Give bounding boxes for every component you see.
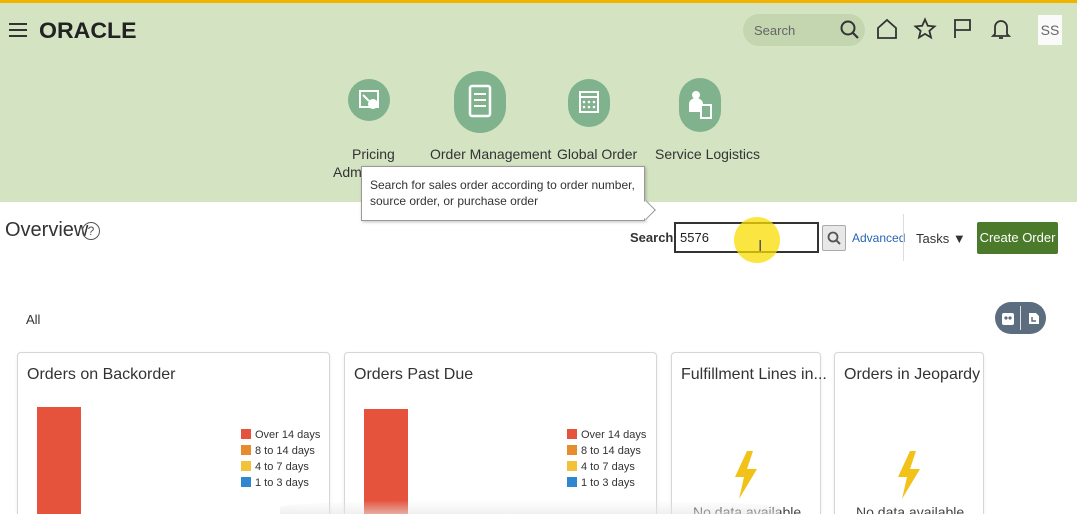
tooltip-tail [636,200,656,220]
search-button[interactable] [822,225,846,251]
person-device-icon [679,78,721,132]
chart-bar[interactable] [364,409,408,514]
grid-view-icon[interactable] [998,308,1018,328]
legend-item: 8 to 14 days [241,443,320,459]
app-label-global-order: Global Order [557,146,638,162]
page-title: Overview [5,219,89,241]
tooltip-text: Search for sales order according to orde… [370,178,635,208]
global-search-field[interactable]: Search [743,14,865,46]
legend-item: Over 14 days [567,427,646,443]
card-title: Fulfillment Lines in... [681,366,827,383]
app-label-pricing: Pricing [352,146,395,162]
app-global-order[interactable] [568,79,610,127]
filter-all[interactable]: All [26,312,40,327]
card-title: Orders in Jeopardy [844,366,981,383]
card-orders-in-jeopardy[interactable]: Orders in Jeopardy No data available [834,352,984,514]
global-search-placeholder: Search [754,23,796,38]
menu-icon[interactable] [9,22,27,38]
app-order-management[interactable] [454,71,506,133]
legend-item: 8 to 14 days [567,443,646,459]
legend-item: 1 to 3 days [567,475,646,491]
advanced-search-link[interactable]: Advanced [852,231,905,245]
lightning-icon [898,451,920,499]
create-order-button[interactable]: Create Order [977,222,1058,254]
legend-item: 1 to 3 days [241,475,320,491]
oracle-logo: ORACLE [39,18,137,43]
help-icon[interactable]: ? [82,222,100,240]
toggle-separator [1020,306,1021,330]
app-service-logistics[interactable] [679,78,721,132]
card-orders-on-backorder[interactable]: Orders on Backorder Over 14 days 8 to 14… [17,352,330,514]
search-label: Search [630,230,674,245]
flag-icon[interactable] [951,17,975,41]
chart-legend: Over 14 days 8 to 14 days 4 to 7 days 1 … [241,427,320,491]
card-title: Orders on Backorder [27,366,176,383]
chart-bar[interactable] [37,407,81,514]
legend-item: Over 14 days [241,427,320,443]
toolbar-divider [903,214,904,261]
search-tooltip: Search for sales order according to orde… [361,166,656,221]
list-view-icon[interactable] [1023,308,1043,328]
no-data-message: No data available [856,504,965,514]
bell-icon[interactable] [989,17,1013,41]
tasks-menu[interactable]: Tasks ▼ [916,231,966,246]
user-avatar[interactable]: SS [1038,15,1062,45]
bottom-shadow [280,500,780,514]
home-icon[interactable] [875,17,899,41]
order-search-input[interactable] [674,222,819,253]
view-toggle[interactable] [995,302,1046,334]
search-icon [827,231,841,245]
pricing-icon [348,79,390,121]
legend-item: 4 to 7 days [567,459,646,475]
calendar-icon [568,79,610,127]
card-title: Orders Past Due [354,366,474,383]
search-icon[interactable] [839,19,861,41]
app-label-order-management: Order Management [430,146,552,162]
star-icon[interactable] [913,17,937,41]
lightning-icon [735,451,757,499]
document-list-icon [454,71,506,133]
chart-legend: Over 14 days 8 to 14 days 4 to 7 days 1 … [567,427,646,491]
card-orders-past-due[interactable]: Orders Past Due Over 14 days 8 to 14 day… [344,352,657,514]
app-pricing[interactable] [348,79,390,121]
legend-item: 4 to 7 days [241,459,320,475]
card-fulfillment-lines[interactable]: Fulfillment Lines in... No data availabl… [671,352,827,514]
app-label-service-logistics: Service Logistics [655,146,761,162]
